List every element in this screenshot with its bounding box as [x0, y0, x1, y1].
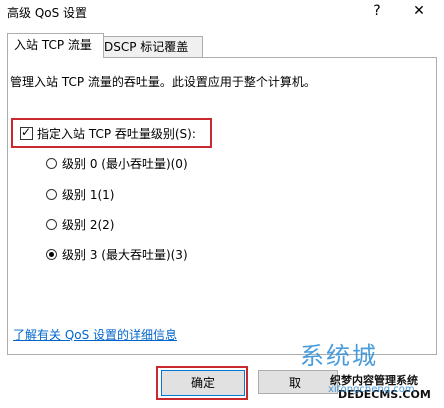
window-title: 高级 QoS 设置: [7, 6, 88, 20]
panel-description: 管理入站 TCP 流量的吞吐量。此设置应用于整个计算机。: [10, 75, 316, 89]
radio-level-2[interactable]: 级别 2(2): [46, 216, 114, 233]
throughput-checkbox-label: 指定入站 TCP 吞吐量级别(S):: [37, 127, 196, 141]
qos-dialog: 高级 QoS 设置 ? ✕ 入站 TCP 流量 DSCP 标记覆盖 管理入站 T…: [0, 0, 444, 408]
radio-level-3[interactable]: 级别 3 (最大吞吐量)(3): [46, 246, 188, 263]
radio-button[interactable]: [46, 158, 57, 169]
ok-button[interactable]: 确定: [161, 370, 245, 396]
radio-level-0[interactable]: 级别 0 (最小吞吐量)(0): [46, 155, 188, 172]
close-icon[interactable]: ✕: [404, 0, 434, 22]
throughput-checkbox[interactable]: ✓: [20, 125, 33, 140]
radio-level-1[interactable]: 级别 1(1): [46, 186, 114, 203]
watermark: 系统城 织梦内容管理系统 DEDECMS.COM xitongcheng.com: [300, 336, 444, 408]
radio-label: 级别 3 (最大吞吐量)(3): [62, 248, 188, 262]
check-icon: ✓: [21, 125, 32, 139]
watermark-domain: xitongcheng.com: [328, 384, 415, 395]
radio-button[interactable]: [46, 189, 57, 200]
title-bar: 高级 QoS 设置 ? ✕: [0, 0, 444, 24]
tab-panel: 管理入站 TCP 流量的吞吐量。此设置应用于整个计算机。 ✓ 指定入站 TCP …: [7, 57, 437, 355]
radio-button-selected[interactable]: [46, 249, 57, 260]
throughput-checkbox-row[interactable]: ✓ 指定入站 TCP 吞吐量级别(S):: [20, 125, 196, 142]
tab-dscp-override[interactable]: DSCP 标记覆盖: [97, 36, 203, 57]
watermark-logo: 系统城: [300, 342, 378, 370]
help-icon[interactable]: ?: [366, 0, 388, 22]
radio-label: 级别 2(2): [62, 218, 115, 232]
tab-inbound-tcp[interactable]: 入站 TCP 流量: [7, 33, 104, 58]
qos-info-link[interactable]: 了解有关 QoS 设置的详细信息: [13, 326, 177, 343]
radio-button[interactable]: [46, 219, 57, 230]
radio-label: 级别 1(1): [62, 188, 115, 202]
radio-label: 级别 0 (最小吞吐量)(0): [62, 157, 188, 171]
